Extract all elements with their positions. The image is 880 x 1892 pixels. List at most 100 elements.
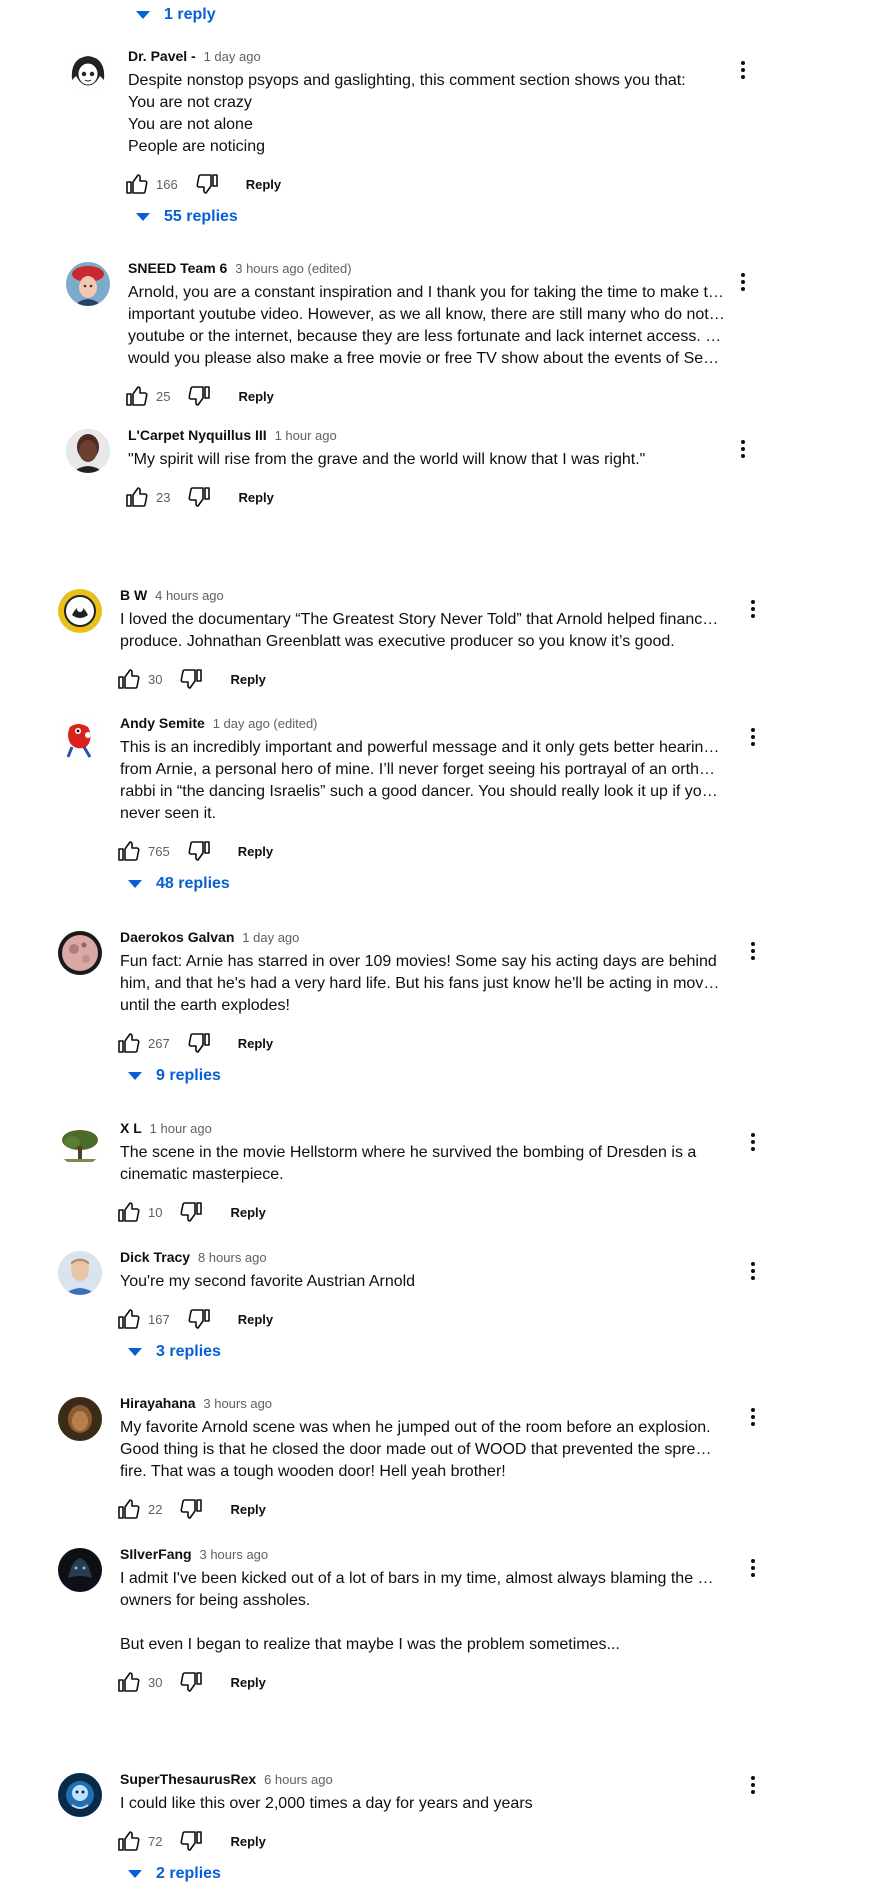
- tree-avatar[interactable]: [58, 1122, 102, 1166]
- comment-header: SuperThesaurusRex 6 hours ago: [120, 1771, 333, 1787]
- view-replies-button[interactable]: 1 reply: [136, 6, 216, 24]
- comment-timestamp[interactable]: 4 hours ago: [155, 588, 224, 603]
- dislike-icon[interactable]: [188, 839, 212, 863]
- replies-label: 2 replies: [156, 1865, 221, 1882]
- view-replies-button[interactable]: 55 replies: [136, 208, 238, 226]
- portrait-avatar[interactable]: [66, 429, 110, 473]
- more-actions-icon[interactable]: [741, 939, 765, 963]
- view-replies-button[interactable]: 9 replies: [128, 1067, 221, 1085]
- dislike-icon[interactable]: [180, 667, 204, 691]
- comment-text: I could like this over 2,000 times a day…: [120, 1793, 720, 1815]
- reply-button[interactable]: Reply: [246, 177, 281, 192]
- dislike-icon[interactable]: [188, 485, 212, 509]
- more-actions-icon[interactable]: [731, 437, 755, 461]
- author-name[interactable]: SuperThesaurusRex: [120, 1771, 256, 1787]
- more-actions-icon[interactable]: [741, 725, 765, 749]
- comment-timestamp[interactable]: 3 hours ago: [203, 1396, 272, 1411]
- dislike-icon[interactable]: [180, 1497, 204, 1521]
- more-actions-icon[interactable]: [741, 1405, 765, 1429]
- like-icon[interactable]: [116, 1497, 140, 1521]
- author-name[interactable]: Andy Semite: [120, 715, 205, 731]
- dark-wolf-avatar[interactable]: [58, 1548, 102, 1592]
- more-actions-icon[interactable]: [741, 1556, 765, 1580]
- more-actions-icon[interactable]: [741, 1130, 765, 1154]
- author-name[interactable]: L'Carpet Nyquillus III: [128, 427, 267, 443]
- comment-text: "My spirit will rise from the grave and …: [128, 449, 728, 471]
- reply-button[interactable]: Reply: [230, 1205, 265, 1220]
- author-name[interactable]: X L: [120, 1120, 142, 1136]
- comment-timestamp[interactable]: 1 hour ago: [275, 428, 337, 443]
- author-name[interactable]: SIlverFang: [120, 1546, 192, 1562]
- like-icon[interactable]: [124, 485, 148, 509]
- chevron-down-icon: [128, 880, 142, 888]
- comment-timestamp[interactable]: 6 hours ago: [264, 1772, 333, 1787]
- red-cartoon-avatar[interactable]: [58, 717, 102, 761]
- reply-button[interactable]: Reply: [238, 389, 273, 404]
- comment-timestamp[interactable]: 8 hours ago: [198, 1250, 267, 1265]
- author-name[interactable]: Daerokos Galvan: [120, 929, 234, 945]
- comment-actions: 10 Reply: [116, 1198, 266, 1226]
- dislike-icon[interactable]: [188, 1031, 212, 1055]
- more-actions-icon[interactable]: [731, 270, 755, 294]
- like-count: 30: [148, 671, 163, 687]
- comment-actions: 23 Reply: [124, 483, 274, 511]
- reply-button[interactable]: Reply: [230, 1502, 265, 1517]
- like-count: 765: [148, 843, 170, 859]
- author-name[interactable]: B W: [120, 587, 147, 603]
- author-name[interactable]: SNEED Team 6: [128, 260, 227, 276]
- view-replies-button[interactable]: 3 replies: [128, 1343, 221, 1361]
- reply-button[interactable]: Reply: [230, 672, 265, 687]
- dislike-icon[interactable]: [180, 1670, 204, 1694]
- like-count: 23: [156, 489, 171, 505]
- more-actions-icon[interactable]: [741, 1259, 765, 1283]
- planet-avatar[interactable]: [58, 931, 102, 975]
- author-name[interactable]: Dr. Pavel -: [128, 48, 196, 64]
- yellow-badge-avatar[interactable]: [58, 589, 102, 633]
- like-icon[interactable]: [124, 172, 148, 196]
- like-icon[interactable]: [116, 1307, 140, 1331]
- comment-timestamp[interactable]: 1 day ago: [242, 930, 299, 945]
- more-actions-icon[interactable]: [731, 58, 755, 82]
- comment-text: You're my second favorite Austrian Arnol…: [120, 1271, 720, 1293]
- like-icon[interactable]: [116, 1031, 140, 1055]
- dislike-icon[interactable]: [180, 1200, 204, 1224]
- comment-line: never seen it.: [120, 805, 217, 822]
- like-count: 30: [148, 1674, 163, 1690]
- like-icon[interactable]: [116, 1200, 140, 1224]
- woman-red-hat-avatar[interactable]: [66, 262, 110, 306]
- view-replies-button[interactable]: 48 replies: [128, 875, 230, 893]
- reply-button[interactable]: Reply: [230, 1834, 265, 1849]
- dislike-icon[interactable]: [180, 1829, 204, 1853]
- comment-timestamp[interactable]: 3 hours ago: [199, 1547, 268, 1562]
- reply-button[interactable]: Reply: [230, 1675, 265, 1690]
- more-actions-icon[interactable]: [741, 597, 765, 621]
- like-icon[interactable]: [116, 1670, 140, 1694]
- author-name[interactable]: Dick Tracy: [120, 1249, 190, 1265]
- dislike-icon[interactable]: [188, 1307, 212, 1331]
- dislike-icon[interactable]: [188, 384, 212, 408]
- more-actions-icon[interactable]: [741, 1773, 765, 1797]
- anime-girl-avatar[interactable]: [66, 50, 110, 94]
- like-icon[interactable]: [116, 667, 140, 691]
- dislike-icon[interactable]: [196, 172, 220, 196]
- comment-timestamp[interactable]: 1 hour ago: [150, 1121, 212, 1136]
- comment-timestamp[interactable]: 3 hours ago (edited): [235, 261, 351, 276]
- reply-button[interactable]: Reply: [238, 1312, 273, 1327]
- like-icon[interactable]: [116, 1829, 140, 1853]
- comment-timestamp[interactable]: 1 day ago (edited): [213, 716, 318, 731]
- blue-robot-avatar[interactable]: [58, 1773, 102, 1817]
- like-icon[interactable]: [124, 384, 148, 408]
- comment-line: Arnold, you are a constant inspiration a…: [128, 284, 728, 301]
- man-portrait-avatar[interactable]: [58, 1251, 102, 1295]
- reply-button[interactable]: Reply: [238, 1036, 273, 1051]
- like-icon[interactable]: [116, 839, 140, 863]
- like-count: 166: [156, 176, 178, 192]
- dark-portrait-avatar[interactable]: [58, 1397, 102, 1441]
- author-name[interactable]: Hirayahana: [120, 1395, 195, 1411]
- comment-timestamp[interactable]: 1 day ago: [204, 49, 261, 64]
- reply-button[interactable]: Reply: [238, 490, 273, 505]
- reply-button[interactable]: Reply: [238, 844, 273, 859]
- comment-text: Arnold, you are a constant inspiration a…: [128, 282, 728, 370]
- view-replies-button[interactable]: 2 replies: [128, 1865, 221, 1883]
